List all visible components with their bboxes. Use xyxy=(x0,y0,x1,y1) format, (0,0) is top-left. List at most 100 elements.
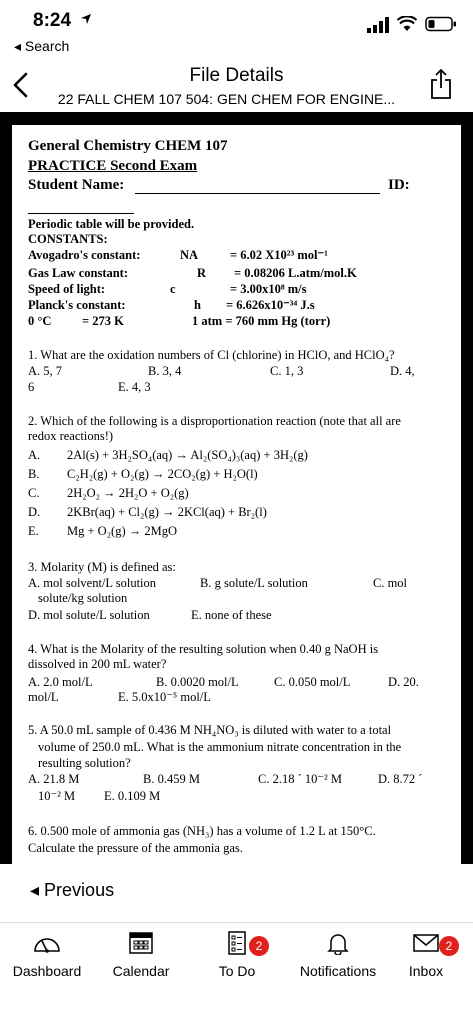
q1-e: E. 4, 3 xyxy=(118,380,151,394)
document-page[interactable]: General Chemistry CHEM 107 PRACTICE Seco… xyxy=(12,125,461,865)
planck-label: Planck's constant: xyxy=(28,298,126,312)
q1-a: A. 5, 7 xyxy=(28,364,63,378)
student-name-label: Student Name: xyxy=(28,177,125,193)
back-to-search[interactable]: ◂ Search xyxy=(14,38,69,55)
q6-text-2: Calculate the pressure of the ammonia ga… xyxy=(28,841,243,855)
status-bar: 8:24 ◂ Search xyxy=(0,0,473,60)
q2-d-letter: D. xyxy=(28,505,41,519)
q5-d: D. 8.72 ´ xyxy=(378,772,423,786)
tab-todo[interactable]: To Do 2 xyxy=(192,931,282,991)
periodic-note: Periodic table will be provided. xyxy=(28,217,195,231)
divider xyxy=(28,213,134,214)
q2-c: 2H₂O₂ → 2H₂O + O₂(g) xyxy=(67,486,189,500)
tab-notifications-label: Notifications xyxy=(299,963,377,979)
q4-b: B. 0.0020 mol/L xyxy=(156,675,239,689)
q5-a: A. 21.8 M xyxy=(28,772,80,786)
gas-value: = 0.08206 L.atm/mol.K xyxy=(234,266,357,280)
page-title: File Details xyxy=(189,65,284,86)
q5-text-2: volume of 250.0 mL. What is the ammonium… xyxy=(38,740,402,754)
light-symbol: c xyxy=(170,282,176,296)
tab-calendar[interactable]: Calendar xyxy=(96,931,186,991)
q1-d: D. 4, xyxy=(390,364,415,378)
q5-cont: 10⁻² M xyxy=(38,789,76,803)
q5-c: C. 2.18 ´ 10⁻² M xyxy=(258,772,342,786)
light-value: = 3.00x10⁸ m/s xyxy=(230,282,307,296)
previous-label: Previous xyxy=(44,880,115,900)
q3-cont: solute/kg solution xyxy=(38,591,128,605)
q2-c-letter: C. xyxy=(28,486,40,500)
q2-text-1: 2. Which of the following is a dispropor… xyxy=(28,414,401,428)
q2-d: 2KBr(aq) + Cl₂(g) → 2KCl(aq) + Br₂(l) xyxy=(67,505,267,519)
share-icon[interactable] xyxy=(429,68,453,100)
tab-notifications[interactable]: Notifications xyxy=(283,931,393,991)
previous-button[interactable]: ◂ Previous xyxy=(0,864,473,922)
q3-a: A. mol solvent/L solution xyxy=(28,576,157,590)
q3-e: E. none of these xyxy=(191,608,272,622)
q3-b: B. g solute/L solution xyxy=(200,576,308,590)
name-line xyxy=(135,193,380,194)
tab-calendar-label: Calendar xyxy=(112,963,170,979)
q4-cont: mol/L xyxy=(28,690,59,704)
q2-text-2: redox reactions!) xyxy=(28,429,114,443)
battery-icon xyxy=(425,16,456,32)
todo-list-icon xyxy=(228,931,246,955)
tab-inbox-label: Inbox xyxy=(408,963,444,979)
avogadro-symbol: NA xyxy=(180,248,199,262)
q5-e: E. 0.109 M xyxy=(104,789,161,803)
q2-b: C₂H₂(g) + O₂(g) → 2CO₂(g) + H₂O(l) xyxy=(67,467,258,481)
q1-c: C. 1, 3 xyxy=(270,364,304,378)
planck-symbol: h xyxy=(194,298,201,312)
planck-value: = 6.626x10⁻³⁴ J.s xyxy=(226,298,315,312)
q3-c: C. mol xyxy=(373,576,408,590)
q1-cont: 6 xyxy=(28,380,35,394)
q5-b: B. 0.459 M xyxy=(143,772,200,786)
q5-text-1: 5. A 50.0 mL sample of 0.436 M NH₄NO₃ is… xyxy=(28,723,392,737)
q1-b: B. 3, 4 xyxy=(148,364,182,378)
q2-e: Mg + O₂(g) → 2MgO xyxy=(67,524,178,538)
id-label: ID: xyxy=(388,177,410,193)
tab-dashboard[interactable]: Dashboard xyxy=(2,931,92,991)
q2-a-letter: A. xyxy=(28,448,41,462)
back-search-label: Search xyxy=(24,38,70,54)
location-arrow-icon xyxy=(81,14,91,24)
q4-a: A. 2.0 mol/L xyxy=(28,675,93,689)
q4-text-1: 4. What is the Molarity of the resulting… xyxy=(28,642,379,656)
signal-icon xyxy=(367,17,389,33)
todo-badge: 2 xyxy=(249,936,269,956)
q2-e-letter: E. xyxy=(28,524,39,538)
q1-text: 1. What are the oxidation numbers of Cl … xyxy=(28,348,395,362)
course-subtitle: 22 FALL CHEM 107 504: GEN CHEM FOR ENGIN… xyxy=(57,91,396,107)
q3-d: D. mol solute/L solution xyxy=(28,608,150,622)
q2-a: 2Al(s) + 3H₂SO₄(aq) → Al₂(SO₄)₃(aq) + 3H… xyxy=(67,448,308,462)
q4-c: C. 0.050 mol/L xyxy=(274,675,351,689)
atm-conversion: 1 atm = 760 mm Hg (torr) xyxy=(192,314,331,328)
q5-text-3: resulting solution? xyxy=(38,756,131,770)
zero-k: = 273 K xyxy=(82,314,124,328)
dashboard-icon xyxy=(34,938,60,953)
q4-text-2: dissolved in 200 mL water? xyxy=(28,657,167,671)
file-header: File Details 22 FALL CHEM 107 504: GEN C… xyxy=(0,60,473,112)
course-title: General Chemistry CHEM 107 xyxy=(28,138,228,154)
gas-label: Gas Law constant: xyxy=(28,266,129,280)
inbox-badge: 2 xyxy=(439,936,459,956)
q2-b-letter: B. xyxy=(28,467,40,481)
light-label: Speed of light: xyxy=(28,282,106,296)
envelope-icon xyxy=(413,934,439,952)
zero-c: 0 °C xyxy=(28,314,52,328)
q4-d: D. 20. xyxy=(388,675,419,689)
tab-inbox[interactable]: Inbox 2 xyxy=(381,931,471,991)
tab-todo-label: To Do xyxy=(218,963,256,979)
status-time: 8:24 xyxy=(33,10,72,31)
q6-text-1: 6. 0.500 mole of ammonia gas (NH₃) has a… xyxy=(28,824,376,838)
tab-dashboard-label: Dashboard xyxy=(12,963,82,979)
q3-text: 3. Molarity (M) is defined as: xyxy=(28,560,176,574)
wifi-icon xyxy=(397,16,417,31)
avogadro-label: Avogadro's constant: xyxy=(28,248,141,262)
gas-symbol: R xyxy=(197,266,207,280)
q4-e: E. 5.0x10⁻⁵ mol/L xyxy=(118,690,211,704)
tab-bar: Dashboard Calendar To Do 2 Notifications… xyxy=(0,922,473,1025)
exam-title: PRACTICE Second Exam xyxy=(28,158,198,174)
calendar-icon xyxy=(129,932,153,954)
bell-icon xyxy=(327,934,349,955)
avogadro-value: = 6.02 X10²³ mol⁻¹ xyxy=(230,248,328,262)
